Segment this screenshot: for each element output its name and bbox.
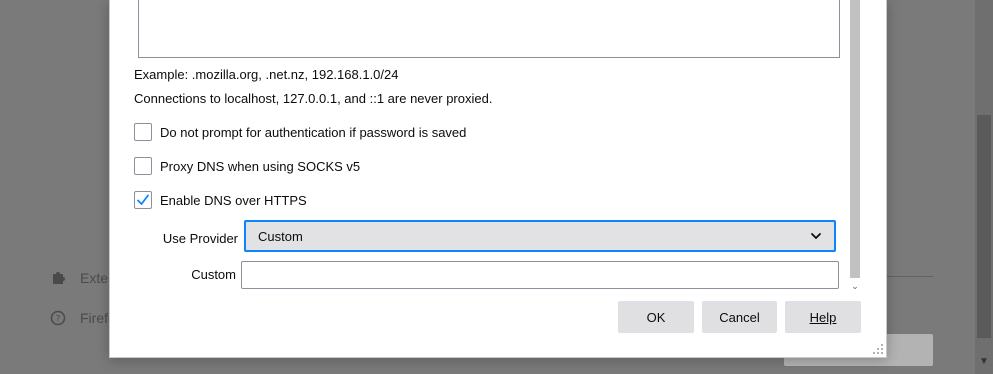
bg-sidebar-item-label: Exter [80, 270, 113, 286]
puzzle-piece-icon [50, 270, 66, 286]
dialog-scrollbar[interactable]: ⌄ [848, 0, 862, 295]
checkmark-icon [137, 194, 149, 205]
scroll-down-icon[interactable]: ⌄ [850, 280, 860, 292]
auto-login-label[interactable]: Do not prompt for authentication if pass… [160, 125, 466, 140]
page-scrollbar-thumb[interactable] [977, 115, 991, 338]
auto-login-checkbox[interactable] [134, 123, 152, 141]
dns-over-https-label[interactable]: Enable DNS over HTTPS [160, 193, 307, 208]
no-proxy-for-textarea[interactable] [138, 0, 840, 58]
no-proxy-example: Example: .mozilla.org, .net.nz, 192.168.… [134, 67, 399, 82]
socks-dns-row[interactable]: Proxy DNS when using SOCKS v5 [134, 157, 360, 175]
chevron-down-icon [811, 233, 821, 239]
dns-over-https-checkbox[interactable] [134, 191, 152, 209]
svg-text:?: ? [56, 315, 61, 325]
localhost-note: Connections to localhost, 127.0.0.1, and… [134, 91, 493, 106]
page-scrollbar[interactable]: ▼ [975, 0, 993, 374]
cancel-button[interactable]: Cancel [702, 301, 777, 333]
custom-doh-url-input[interactable] [241, 261, 839, 289]
bg-sidebar-item-extensions: Exter [50, 270, 113, 286]
custom-url-label: Custom [191, 267, 236, 282]
scroll-down-arrow-icon[interactable]: ▼ [979, 356, 989, 367]
use-provider-label: Use Provider [162, 231, 238, 246]
resize-grip-icon[interactable] [872, 343, 884, 355]
provider-select-value: Custom [258, 228, 303, 244]
socks-dns-label[interactable]: Proxy DNS when using SOCKS v5 [160, 159, 360, 174]
dns-over-https-row[interactable]: Enable DNS over HTTPS [134, 191, 307, 209]
provider-select[interactable]: Custom [244, 220, 836, 252]
help-button[interactable]: Help [785, 301, 861, 333]
ok-button[interactable]: OK [618, 301, 694, 333]
connection-settings-dialog: Example: .mozilla.org, .net.nz, 192.168.… [109, 0, 887, 358]
socks-dns-checkbox[interactable] [134, 157, 152, 175]
help-circle-icon: ? [50, 310, 66, 326]
auto-login-row[interactable]: Do not prompt for authentication if pass… [134, 123, 466, 141]
bg-sidebar-item-help: ? Firefo [50, 310, 116, 326]
dialog-scrollbar-thumb[interactable] [850, 0, 860, 278]
